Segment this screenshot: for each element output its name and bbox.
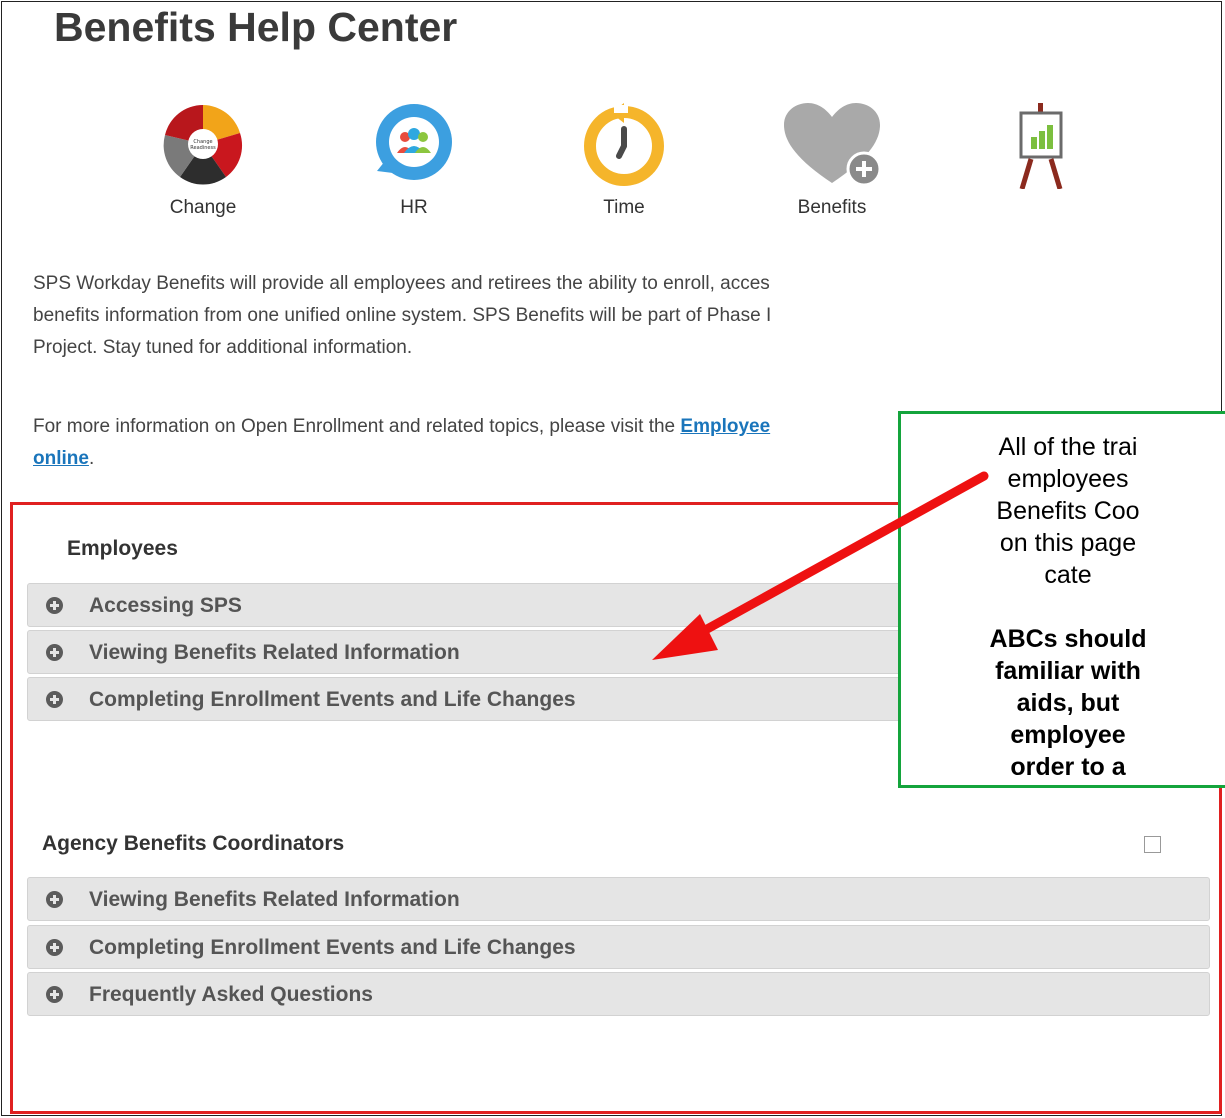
svg-text:Readiness: Readiness	[190, 145, 216, 151]
benefits-tile[interactable]: Benefits	[767, 101, 897, 219]
hr-label: HR	[400, 197, 428, 218]
callout-bold-line-1: ABCs should	[989, 625, 1147, 653]
expand-plus-icon	[46, 891, 63, 908]
benefits-label: Benefits	[797, 197, 867, 218]
accordion-label: Accessing SPS	[89, 594, 242, 617]
callout-bold-line-2: familiar with	[995, 657, 1141, 685]
annotation-callout: All of the trai employees Benefits Coo o…	[898, 411, 1225, 788]
time-clock-icon	[584, 103, 664, 186]
training-easel-icon	[1019, 103, 1063, 189]
accordion-abc-faq[interactable]: Frequently Asked Questions	[27, 972, 1210, 1016]
accordion-label: Viewing Benefits Related Information	[89, 641, 460, 664]
accordion-label: Viewing Benefits Related Information	[89, 888, 460, 911]
abc-heading: Agency Benefits Coordinators	[42, 832, 345, 855]
callout-bold-line-5: order to a	[1010, 753, 1126, 781]
callout-bold-line-3: aids, but	[1016, 689, 1120, 717]
abc-checkbox[interactable]	[1144, 836, 1161, 853]
intro-line-2: benefits information from one unified on…	[33, 305, 772, 326]
expand-plus-icon	[46, 986, 63, 1003]
employee-benefits-link-continued[interactable]: online	[33, 448, 89, 469]
accordion-abc-viewing-benefits[interactable]: Viewing Benefits Related Information	[27, 877, 1210, 921]
more-info-text: For more information on Open Enrollment …	[33, 416, 676, 437]
callout-line-3: Benefits Coo	[996, 497, 1140, 525]
change-wheel-icon: Change Readiness	[163, 104, 243, 185]
callout-line-4: on this page	[999, 529, 1137, 557]
callout-bold-line-4: employee	[1010, 721, 1126, 749]
expand-plus-icon	[46, 939, 63, 956]
change-label: Change	[169, 197, 237, 218]
time-tile[interactable]: Time	[559, 101, 689, 219]
callout-line-2: employees	[1007, 465, 1129, 493]
accordion-label: Completing Enrollment Events and Life Ch…	[89, 936, 576, 959]
expand-plus-icon	[46, 691, 63, 708]
accordion-label: Completing Enrollment Events and Life Ch…	[89, 688, 576, 711]
page-title: Benefits Help Center	[54, 4, 458, 50]
more-info-period: .	[88, 448, 95, 469]
employee-benefits-link[interactable]: Employee	[680, 416, 770, 437]
hr-people-icon	[376, 104, 452, 180]
time-label: Time	[603, 197, 645, 218]
intro-line-3: Project. Stay tuned for additional infor…	[33, 337, 413, 358]
callout-bold-line-6: emplo	[901, 783, 1225, 785]
more-info-paragraph: For more information on Open Enrollment …	[33, 411, 770, 475]
callout-line-1: All of the trai	[998, 433, 1138, 461]
intro-line-1: SPS Workday Benefits will provide all em…	[33, 273, 770, 294]
callout-line-5: cate	[1044, 561, 1092, 589]
accordion-abc-enrollment-events[interactable]: Completing Enrollment Events and Life Ch…	[27, 925, 1210, 969]
intro-paragraph: SPS Workday Benefits will provide all em…	[33, 268, 771, 364]
benefits-heart-icon	[784, 103, 882, 187]
hr-tile[interactable]: HR	[349, 101, 479, 219]
expand-plus-icon	[46, 597, 63, 614]
change-tile[interactable]: Change Readiness Change	[138, 101, 268, 219]
expand-plus-icon	[46, 644, 63, 661]
employees-heading: Employees	[67, 537, 178, 560]
training-tile[interactable]	[976, 103, 1106, 199]
accordion-label: Frequently Asked Questions	[89, 983, 373, 1006]
